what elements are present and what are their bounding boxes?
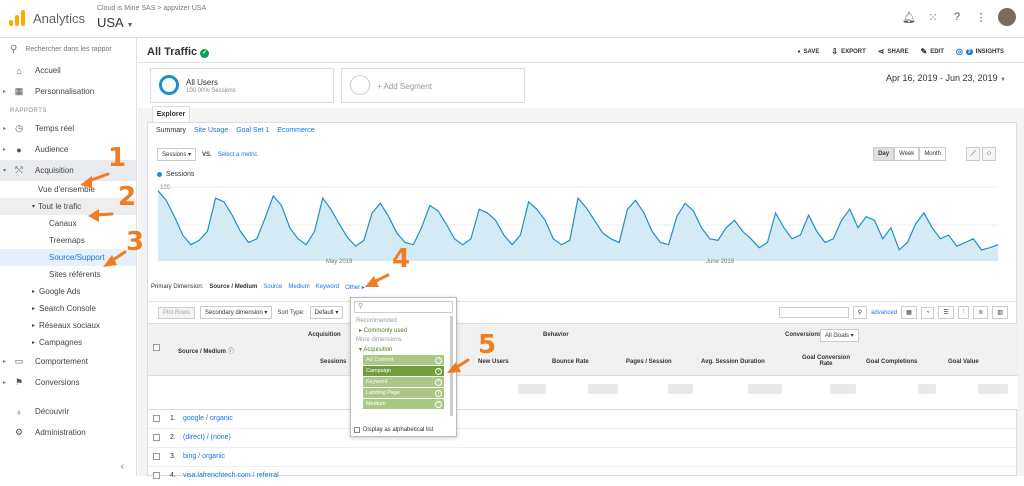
annotation-number: 5	[478, 330, 497, 360]
annotation-arrows	[80, 172, 470, 373]
annotation-number: 3	[126, 227, 145, 257]
annotation-number: 4	[392, 244, 411, 274]
annotation-number: 1	[108, 143, 127, 173]
annotation-number: 2	[118, 182, 137, 212]
